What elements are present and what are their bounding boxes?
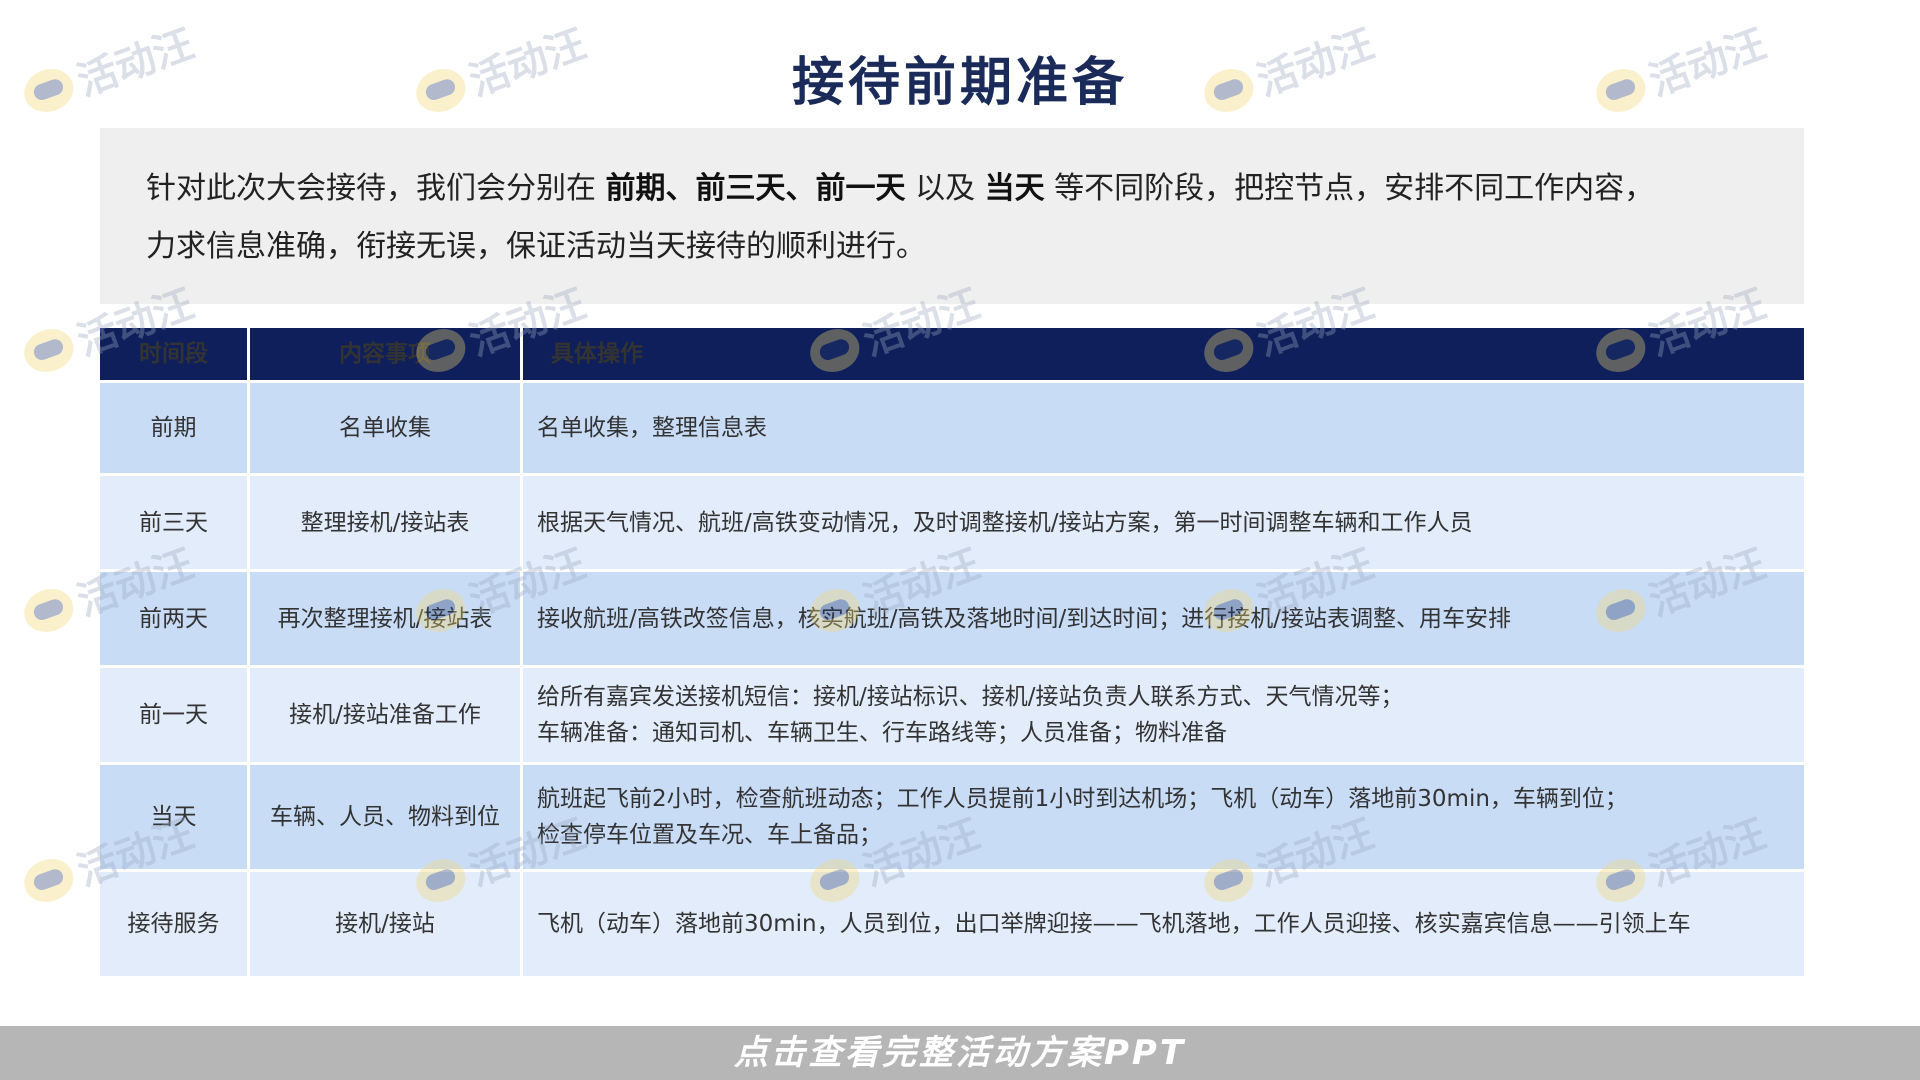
ops-line: 名单收集，整理信息表 xyxy=(537,415,767,441)
intro-box: 针对此次大会接待，我们会分别在 前期、前三天、前一天 以及 当天 等不同阶段，把… xyxy=(100,128,1804,304)
view-full-ppt-link[interactable]: 点击查看完整活动方案PPT xyxy=(0,1026,1920,1080)
ops-line: 航班起飞前2小时，检查航班动态；工作人员提前1小时到达机场；飞机（动车）落地前3… xyxy=(537,786,1628,812)
intro-text: 针对此次大会接待，我们会分别在 xyxy=(146,171,606,206)
table-row: 前一天 接机/接站准备工作 给所有嘉宾发送接机短信：接机/接站标识、接机/接站负… xyxy=(100,665,1804,762)
cell-ops: 根据天气情况、航班/高铁变动情况，及时调整接机/接站方案，第一时间调整车辆和工作… xyxy=(523,476,1804,569)
ops-line: 根据天气情况、航班/高铁变动情况，及时调整接机/接站方案，第一时间调整车辆和工作… xyxy=(537,509,1473,536)
table-row: 前期 名单收集 名单收集，整理信息表 xyxy=(100,380,1804,473)
cell-period: 前一天 xyxy=(100,668,250,762)
table-row: 当天 车辆、人员、物料到位 航班起飞前2小时，检查航班动态；工作人员提前1小时到… xyxy=(100,762,1804,869)
cell-ops: 飞机（动车）落地前30min，人员到位，出口举牌迎接——飞机落地，工作人员迎接、… xyxy=(523,872,1804,976)
ops-line: 接收航班/高铁改签信息，核实航班/高铁及落地时间/到达时间；进行接机/接站表调整… xyxy=(537,605,1511,632)
cell-item: 接机/接站准备工作 xyxy=(250,668,523,762)
intro-line-2: 力求信息准确，衔接无误，保证活动当天接待的顺利进行。 xyxy=(146,229,926,264)
mascot-icon xyxy=(18,852,80,909)
ops-line: 飞机（动车）落地前30min，人员到位，出口举牌迎接——飞机落地，工作人员迎接、… xyxy=(537,911,1691,937)
mascot-icon xyxy=(18,582,80,639)
intro-highlight: 当天 xyxy=(984,171,1045,206)
intro-highlight: 前期、前三天、前一天 xyxy=(605,171,906,206)
cell-period: 前期 xyxy=(100,383,250,473)
intro-text: 等不同阶段，把控节点，安排不同工作内容， xyxy=(1044,171,1655,206)
table-row: 接待服务 接机/接站 飞机（动车）落地前30min，人员到位，出口举牌迎接——飞… xyxy=(100,869,1804,976)
mascot-icon xyxy=(18,322,80,379)
table-header: 时间段 内容事项 具体操作 xyxy=(100,328,1804,380)
header-item: 内容事项 xyxy=(250,328,523,380)
intro-text: 以及 xyxy=(905,171,985,206)
cell-period: 接待服务 xyxy=(100,872,250,976)
cell-period: 当天 xyxy=(100,765,250,869)
cell-period: 前三天 xyxy=(100,476,250,569)
cell-ops: 航班起飞前2小时，检查航班动态；工作人员提前1小时到达机场；飞机（动车）落地前3… xyxy=(523,765,1804,869)
cell-period: 前两天 xyxy=(100,572,250,665)
cell-item: 再次整理接机/接站表 xyxy=(250,572,523,665)
header-ops: 具体操作 xyxy=(551,341,643,367)
cell-ops: 给所有嘉宾发送接机短信：接机/接站标识、接机/接站负责人联系方式、天气情况等； … xyxy=(523,668,1804,762)
cell-item: 整理接机/接站表 xyxy=(250,476,523,569)
page-title: 接待前期准备 xyxy=(791,53,1128,113)
table-row: 前三天 整理接机/接站表 根据天气情况、航班/高铁变动情况，及时调整接机/接站方… xyxy=(100,473,1804,569)
ops-line: 车辆准备：通知司机、车辆卫生、行车路线等；人员准备；物料准备 xyxy=(537,720,1227,746)
header-period: 时间段 xyxy=(100,328,250,380)
schedule-table: 时间段 内容事项 具体操作 前期 名单收集 名单收集，整理信息表 前三天 整理接… xyxy=(100,328,1804,976)
table-row: 前两天 再次整理接机/接站表 接收航班/高铁改签信息，核实航班/高铁及落地时间/… xyxy=(100,569,1804,665)
cell-item: 名单收集 xyxy=(250,383,523,473)
intro-line-1: 针对此次大会接待，我们会分别在 前期、前三天、前一天 以及 当天 等不同阶段，把… xyxy=(146,160,1758,218)
cell-item: 车辆、人员、物料到位 xyxy=(250,765,523,869)
ops-line: 给所有嘉宾发送接机短信：接机/接站标识、接机/接站负责人联系方式、天气情况等； xyxy=(537,684,1404,710)
ops-line: 检查停车位置及车况、车上备品； xyxy=(537,822,882,848)
cell-item: 接机/接站 xyxy=(250,872,523,976)
cell-ops: 接收航班/高铁改签信息，核实航班/高铁及落地时间/到达时间；进行接机/接站表调整… xyxy=(523,572,1804,665)
cell-ops: 名单收集，整理信息表 xyxy=(523,383,1804,473)
